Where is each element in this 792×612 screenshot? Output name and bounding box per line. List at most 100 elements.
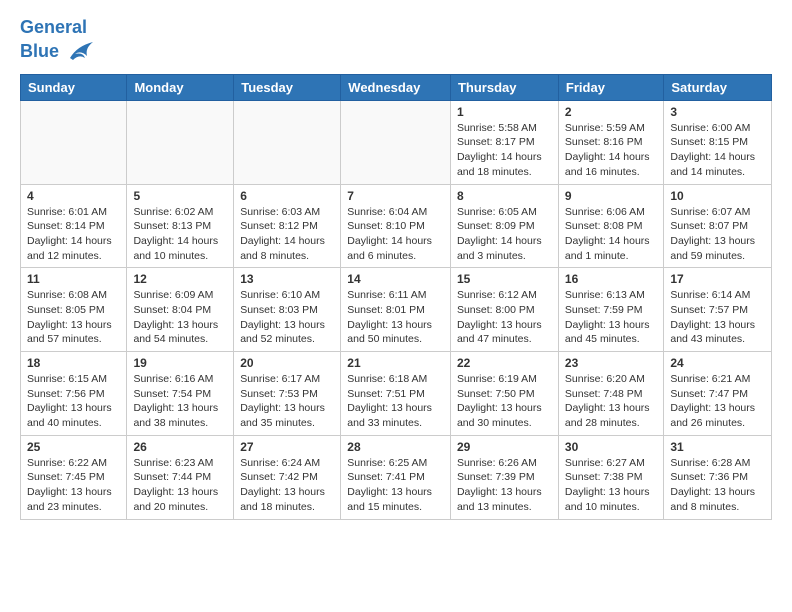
day-number: 2 bbox=[565, 105, 657, 119]
calendar-cell: 19 Sunrise: 6:16 AM Sunset: 7:54 PM Dayli… bbox=[127, 352, 234, 436]
day-info: Sunrise: 6:05 AM Sunset: 8:09 PM Dayligh… bbox=[457, 205, 552, 264]
day-info: Sunrise: 5:58 AM Sunset: 8:17 PM Dayligh… bbox=[457, 121, 552, 180]
weekday-header: Monday bbox=[127, 74, 234, 100]
calendar-cell: 1 Sunrise: 5:58 AM Sunset: 8:17 PM Daylig… bbox=[450, 100, 558, 184]
calendar-cell: 26 Sunrise: 6:23 AM Sunset: 7:44 PM Dayli… bbox=[127, 435, 234, 519]
day-number: 17 bbox=[670, 272, 765, 286]
day-info: Sunrise: 6:27 AM Sunset: 7:38 PM Dayligh… bbox=[565, 456, 657, 515]
day-number: 14 bbox=[347, 272, 444, 286]
day-info: Sunrise: 6:12 AM Sunset: 8:00 PM Dayligh… bbox=[457, 288, 552, 347]
day-number: 27 bbox=[240, 440, 334, 454]
day-info: Sunrise: 6:03 AM Sunset: 8:12 PM Dayligh… bbox=[240, 205, 334, 264]
day-info: Sunrise: 6:22 AM Sunset: 7:45 PM Dayligh… bbox=[27, 456, 120, 515]
calendar-cell bbox=[21, 100, 127, 184]
calendar-cell: 24Sunrise: 6:21 AM Sunset: 7:47 PM Dayli… bbox=[664, 352, 772, 436]
weekday-header: Saturday bbox=[664, 74, 772, 100]
logo-general: General bbox=[20, 17, 87, 37]
calendar-cell: 15 Sunrise: 6:12 AM Sunset: 8:00 PM Dayli… bbox=[450, 268, 558, 352]
day-info: Sunrise: 6:00 AM Sunset: 8:15 PM Dayligh… bbox=[670, 121, 765, 180]
logo: General Blue bbox=[20, 18, 95, 66]
day-info: Sunrise: 6:14 AM Sunset: 7:57 PM Dayligh… bbox=[670, 288, 765, 347]
day-info: Sunrise: 6:11 AM Sunset: 8:01 PM Dayligh… bbox=[347, 288, 444, 347]
day-info: Sunrise: 6:07 AM Sunset: 8:07 PM Dayligh… bbox=[670, 205, 765, 264]
calendar-cell: 28 Sunrise: 6:25 AM Sunset: 7:41 PM Dayli… bbox=[341, 435, 451, 519]
header: General Blue bbox=[20, 18, 772, 66]
day-number: 9 bbox=[565, 189, 657, 203]
calendar-cell: 22 Sunrise: 6:19 AM Sunset: 7:50 PM Dayli… bbox=[450, 352, 558, 436]
calendar-cell: 21 Sunrise: 6:18 AM Sunset: 7:51 PM Dayli… bbox=[341, 352, 451, 436]
day-number: 26 bbox=[133, 440, 227, 454]
day-info: Sunrise: 6:17 AM Sunset: 7:53 PM Dayligh… bbox=[240, 372, 334, 431]
day-number: 21 bbox=[347, 356, 444, 370]
day-number: 28 bbox=[347, 440, 444, 454]
day-info: Sunrise: 6:09 AM Sunset: 8:04 PM Dayligh… bbox=[133, 288, 227, 347]
calendar-cell: 6Sunrise: 6:03 AM Sunset: 8:12 PM Daylig… bbox=[234, 184, 341, 268]
day-info: Sunrise: 6:21 AM Sunset: 7:47 PM Dayligh… bbox=[670, 372, 765, 431]
calendar-cell: 4 Sunrise: 6:01 AM Sunset: 8:14 PM Daylig… bbox=[21, 184, 127, 268]
day-number: 18 bbox=[27, 356, 120, 370]
day-info: Sunrise: 6:02 AM Sunset: 8:13 PM Dayligh… bbox=[133, 205, 227, 264]
calendar-cell: 9 Sunrise: 6:06 AM Sunset: 8:08 PM Daylig… bbox=[558, 184, 663, 268]
day-number: 16 bbox=[565, 272, 657, 286]
logo-text: General bbox=[20, 18, 95, 38]
day-number: 8 bbox=[457, 189, 552, 203]
calendar-cell: 8 Sunrise: 6:05 AM Sunset: 8:09 PM Daylig… bbox=[450, 184, 558, 268]
calendar-cell: 17 Sunrise: 6:14 AM Sunset: 7:57 PM Dayli… bbox=[664, 268, 772, 352]
day-info: Sunrise: 6:16 AM Sunset: 7:54 PM Dayligh… bbox=[133, 372, 227, 431]
logo-blue: Blue bbox=[20, 42, 59, 62]
calendar-week-row: 25 Sunrise: 6:22 AM Sunset: 7:45 PM Dayli… bbox=[21, 435, 772, 519]
day-info: Sunrise: 6:06 AM Sunset: 8:08 PM Dayligh… bbox=[565, 205, 657, 264]
day-info: Sunrise: 6:19 AM Sunset: 7:50 PM Dayligh… bbox=[457, 372, 552, 431]
calendar-cell: 30 Sunrise: 6:27 AM Sunset: 7:38 PM Dayli… bbox=[558, 435, 663, 519]
day-info: Sunrise: 6:18 AM Sunset: 7:51 PM Dayligh… bbox=[347, 372, 444, 431]
day-info: Sunrise: 6:28 AM Sunset: 7:36 PM Dayligh… bbox=[670, 456, 765, 515]
day-info: Sunrise: 6:10 AM Sunset: 8:03 PM Dayligh… bbox=[240, 288, 334, 347]
day-info: Sunrise: 5:59 AM Sunset: 8:16 PM Dayligh… bbox=[565, 121, 657, 180]
day-number: 1 bbox=[457, 105, 552, 119]
day-number: 3 bbox=[670, 105, 765, 119]
day-number: 5 bbox=[133, 189, 227, 203]
day-number: 22 bbox=[457, 356, 552, 370]
calendar-cell: 10 Sunrise: 6:07 AM Sunset: 8:07 PM Dayli… bbox=[664, 184, 772, 268]
day-info: Sunrise: 6:01 AM Sunset: 8:14 PM Dayligh… bbox=[27, 205, 120, 264]
day-info: Sunrise: 6:13 AM Sunset: 7:59 PM Dayligh… bbox=[565, 288, 657, 347]
calendar-cell: 14 Sunrise: 6:11 AM Sunset: 8:01 PM Dayli… bbox=[341, 268, 451, 352]
calendar-week-row: 11 Sunrise: 6:08 AM Sunset: 8:05 PM Dayli… bbox=[21, 268, 772, 352]
calendar-cell: 12Sunrise: 6:09 AM Sunset: 8:04 PM Dayli… bbox=[127, 268, 234, 352]
day-info: Sunrise: 6:24 AM Sunset: 7:42 PM Dayligh… bbox=[240, 456, 334, 515]
calendar-cell bbox=[234, 100, 341, 184]
day-number: 29 bbox=[457, 440, 552, 454]
day-number: 23 bbox=[565, 356, 657, 370]
calendar: SundayMondayTuesdayWednesdayThursdayFrid… bbox=[20, 74, 772, 520]
day-info: Sunrise: 6:08 AM Sunset: 8:05 PM Dayligh… bbox=[27, 288, 120, 347]
weekday-header: Thursday bbox=[450, 74, 558, 100]
day-number: 7 bbox=[347, 189, 444, 203]
page: General Blue SundayMondayTuesdayWednesda… bbox=[0, 0, 792, 530]
day-number: 25 bbox=[27, 440, 120, 454]
day-number: 31 bbox=[670, 440, 765, 454]
day-info: Sunrise: 6:23 AM Sunset: 7:44 PM Dayligh… bbox=[133, 456, 227, 515]
day-info: Sunrise: 6:26 AM Sunset: 7:39 PM Dayligh… bbox=[457, 456, 552, 515]
day-number: 10 bbox=[670, 189, 765, 203]
day-info: Sunrise: 6:25 AM Sunset: 7:41 PM Dayligh… bbox=[347, 456, 444, 515]
weekday-header: Wednesday bbox=[341, 74, 451, 100]
day-number: 4 bbox=[27, 189, 120, 203]
day-number: 15 bbox=[457, 272, 552, 286]
day-number: 13 bbox=[240, 272, 334, 286]
calendar-cell: 16 Sunrise: 6:13 AM Sunset: 7:59 PM Dayli… bbox=[558, 268, 663, 352]
calendar-week-row: 1 Sunrise: 5:58 AM Sunset: 8:17 PM Daylig… bbox=[21, 100, 772, 184]
calendar-cell: 7Sunrise: 6:04 AM Sunset: 8:10 PM Daylig… bbox=[341, 184, 451, 268]
calendar-cell: 29 Sunrise: 6:26 AM Sunset: 7:39 PM Dayli… bbox=[450, 435, 558, 519]
day-number: 11 bbox=[27, 272, 120, 286]
logo-bird-icon bbox=[65, 38, 95, 66]
day-number: 30 bbox=[565, 440, 657, 454]
calendar-header-row: SundayMondayTuesdayWednesdayThursdayFrid… bbox=[21, 74, 772, 100]
day-number: 19 bbox=[133, 356, 227, 370]
calendar-cell: 20 Sunrise: 6:17 AM Sunset: 7:53 PM Dayli… bbox=[234, 352, 341, 436]
weekday-header: Sunday bbox=[21, 74, 127, 100]
calendar-cell: 5 Sunrise: 6:02 AM Sunset: 8:13 PM Daylig… bbox=[127, 184, 234, 268]
calendar-cell bbox=[341, 100, 451, 184]
day-number: 20 bbox=[240, 356, 334, 370]
calendar-cell: 13 Sunrise: 6:10 AM Sunset: 8:03 PM Dayli… bbox=[234, 268, 341, 352]
calendar-cell: 23Sunrise: 6:20 AM Sunset: 7:48 PM Dayli… bbox=[558, 352, 663, 436]
